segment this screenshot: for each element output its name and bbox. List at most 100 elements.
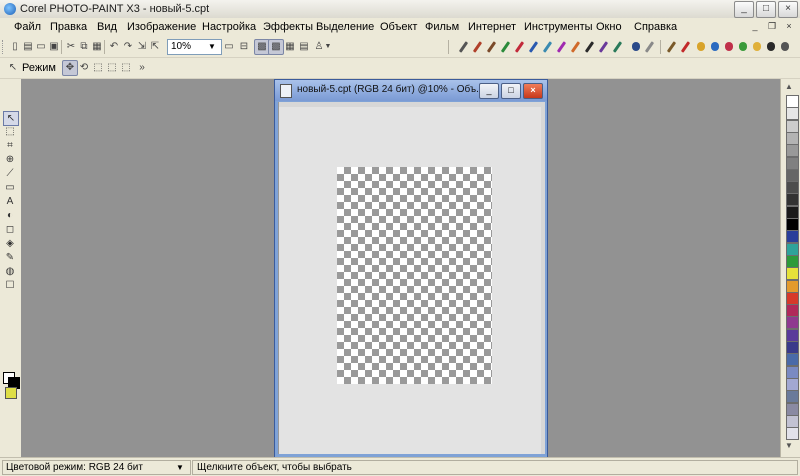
palette-swatch[interactable] bbox=[786, 353, 799, 367]
new-from-clipboard-icon[interactable]: ▤ bbox=[21, 40, 35, 54]
launcher-dropdown-arrow[interactable]: ▼ bbox=[324, 40, 332, 54]
cut-icon[interactable]: ✂ bbox=[64, 40, 78, 54]
paint-tool[interactable]: ✎ bbox=[3, 251, 17, 264]
mask-tool[interactable]: ⬚ bbox=[3, 125, 17, 138]
pick-tool[interactable]: ↖ bbox=[3, 111, 19, 126]
palette-swatch[interactable] bbox=[786, 377, 799, 391]
menu-tools[interactable]: Инструменты bbox=[524, 21, 593, 33]
minimize-button[interactable]: _ bbox=[734, 1, 754, 18]
import-icon[interactable]: ⇲ bbox=[135, 40, 149, 54]
palette-swatch[interactable] bbox=[786, 328, 799, 342]
palette-swatch[interactable] bbox=[786, 131, 799, 145]
effect-blue-icon[interactable] bbox=[711, 42, 719, 51]
shape-tool[interactable]: ◻ bbox=[3, 223, 17, 236]
document-close-button[interactable]: × bbox=[523, 83, 543, 99]
distort-mode-icon[interactable]: ⬚ bbox=[119, 61, 133, 75]
brush-gray-icon[interactable] bbox=[644, 41, 655, 53]
menu-help[interactable]: Справка bbox=[634, 21, 677, 33]
palette-swatch[interactable] bbox=[786, 168, 799, 182]
effect-red-icon[interactable] bbox=[680, 41, 691, 53]
effect-yellow-icon[interactable] bbox=[697, 42, 705, 51]
object-marquee-icon[interactable]: ▩ bbox=[268, 39, 284, 55]
fill-tool[interactable]: ◈ bbox=[3, 237, 17, 250]
rotate-mode-icon[interactable]: ⟲ bbox=[77, 61, 91, 75]
document-minimize-button[interactable]: _ bbox=[479, 83, 499, 99]
palette-swatch[interactable] bbox=[786, 119, 799, 133]
menu-edit[interactable]: Правка bbox=[50, 21, 87, 33]
new-document-icon[interactable]: ▯ bbox=[8, 40, 22, 54]
palette-swatch[interactable] bbox=[786, 107, 799, 121]
palette-swatch[interactable] bbox=[786, 205, 799, 219]
palette-swatch[interactable] bbox=[786, 341, 799, 354]
palette-swatch[interactable] bbox=[786, 156, 799, 170]
position-mode-icon[interactable]: ✥ bbox=[62, 60, 78, 76]
rulers-icon[interactable]: ▤ bbox=[297, 40, 311, 54]
palette-swatch[interactable] bbox=[786, 95, 799, 108]
image-sprayer-tool[interactable]: ☐ bbox=[3, 279, 17, 292]
effect-pink-icon[interactable] bbox=[725, 42, 733, 51]
palette-scroll-down-icon[interactable]: ▼ bbox=[785, 441, 793, 450]
menu-web[interactable]: Интернет bbox=[468, 21, 516, 33]
palette-swatch[interactable] bbox=[786, 242, 799, 256]
brush-green-icon[interactable] bbox=[500, 41, 511, 53]
mdi-restore-button[interactable]: ❐ bbox=[765, 20, 779, 33]
menu-image[interactable]: Изображение bbox=[127, 21, 196, 33]
menu-view[interactable]: Вид bbox=[97, 21, 117, 33]
skew-mode-icon[interactable]: ⬚ bbox=[105, 61, 119, 75]
palette-swatch[interactable] bbox=[786, 279, 799, 293]
effect-tool[interactable]: ◍ bbox=[3, 265, 17, 278]
palette-swatch[interactable] bbox=[786, 193, 799, 207]
scale-mode-icon[interactable]: ⬚ bbox=[91, 61, 105, 75]
palette-swatch[interactable] bbox=[786, 365, 799, 379]
menu-mask[interactable]: Выделение bbox=[316, 21, 374, 33]
crop-tool[interactable]: ⌗ bbox=[3, 139, 17, 152]
zoom-tool[interactable]: ⊕ bbox=[3, 153, 17, 166]
palette-scroll-up-icon[interactable]: ▲ bbox=[785, 82, 793, 91]
transparent-canvas[interactable] bbox=[337, 167, 492, 384]
red-eye-tool[interactable]: ◐ bbox=[3, 209, 17, 222]
close-button[interactable]: × bbox=[778, 1, 798, 18]
menu-window[interactable]: Окно bbox=[596, 21, 622, 33]
effect-gray-icon[interactable] bbox=[781, 42, 789, 51]
fill-color-swatch[interactable] bbox=[5, 387, 17, 399]
brush-blue-icon[interactable] bbox=[528, 41, 539, 53]
open-icon[interactable]: ▭ bbox=[34, 40, 48, 54]
effect-black-icon[interactable] bbox=[767, 42, 775, 51]
palette-swatch[interactable] bbox=[786, 181, 799, 195]
document-title-bar[interactable]: новый-5.cpt (RGB 24 бит) @10% - Объ... _… bbox=[275, 80, 547, 101]
more-options-icon[interactable]: » bbox=[135, 61, 149, 75]
brush-brown-icon[interactable] bbox=[486, 41, 497, 53]
palette-swatch[interactable] bbox=[786, 304, 799, 318]
undo-icon[interactable]: ↶ bbox=[107, 40, 121, 54]
palette-swatch[interactable] bbox=[786, 218, 799, 231]
color-mode-status[interactable]: Цветовой режим: RGB 24 бит bbox=[2, 460, 191, 475]
brush-red-icon[interactable] bbox=[472, 41, 483, 53]
palette-swatch[interactable] bbox=[786, 316, 799, 330]
save-icon[interactable]: ▣ bbox=[47, 40, 61, 54]
brush-teal-icon[interactable] bbox=[612, 41, 623, 53]
document-canvas-area[interactable] bbox=[278, 102, 545, 454]
brush-drop-icon[interactable] bbox=[632, 42, 640, 51]
dock-icon[interactable]: ⊟ bbox=[237, 40, 251, 54]
mdi-minimize-button[interactable]: _ bbox=[748, 20, 762, 33]
palette-swatch[interactable] bbox=[786, 230, 799, 244]
palette-swatch[interactable] bbox=[786, 254, 799, 268]
palette-swatch[interactable] bbox=[786, 402, 799, 416]
zoom-dropdown-arrow[interactable]: ▼ bbox=[206, 40, 218, 54]
grid-icon[interactable]: ▦ bbox=[283, 40, 297, 54]
menu-adjust[interactable]: Настройка bbox=[202, 21, 256, 33]
eraser-tool[interactable]: ▭ bbox=[3, 181, 17, 194]
palette-swatch[interactable] bbox=[786, 414, 799, 428]
palette-swatch[interactable] bbox=[786, 144, 799, 158]
palette-swatch[interactable] bbox=[786, 427, 799, 441]
eyedropper-tool[interactable]: ⟋ bbox=[3, 167, 17, 180]
horizontal-scrollbar[interactable] bbox=[279, 102, 545, 107]
copy-icon[interactable]: ⧉ bbox=[77, 40, 91, 54]
brush-orange-icon[interactable] bbox=[570, 41, 581, 53]
menu-file[interactable]: Файл bbox=[14, 21, 41, 33]
document-maximize-button[interactable]: □ bbox=[501, 83, 521, 99]
paste-icon[interactable]: ▦ bbox=[90, 40, 104, 54]
status-dropdown-arrow[interactable]: ▼ bbox=[176, 460, 184, 475]
maximize-button[interactable]: □ bbox=[756, 1, 776, 18]
mdi-close-button[interactable]: × bbox=[782, 20, 796, 33]
